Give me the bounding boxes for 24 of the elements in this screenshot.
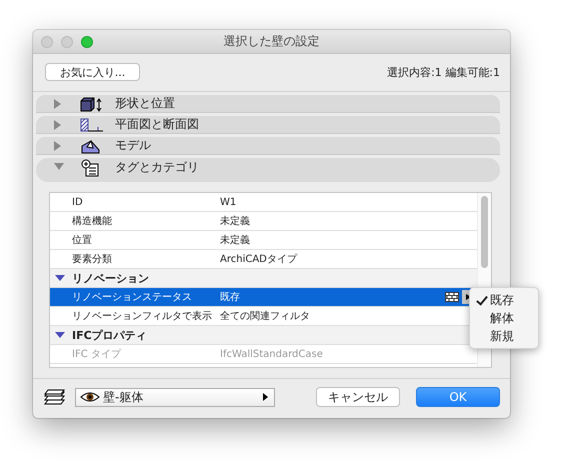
cancel-button[interactable]: キャンセル [316, 387, 400, 407]
brick-icon [445, 292, 459, 302]
minimize-button[interactable] [61, 36, 73, 48]
scrollbar-thumb[interactable] [481, 196, 488, 268]
selection-info: 選択内容:1 編集可能:1 [387, 64, 500, 80]
property-row[interactable]: 位置 未定義 [50, 231, 477, 250]
eye-icon [80, 391, 100, 403]
layer-dropdown[interactable]: 壁-躯体 [75, 388, 275, 406]
group-header[interactable]: リノベーション [50, 269, 477, 288]
section-header[interactable]: モデル [36, 137, 500, 155]
favorites-button[interactable]: お気に入り... [45, 63, 140, 81]
disclosure-triangle-icon[interactable] [55, 332, 65, 338]
window-title: 選択した壁の設定 [224, 33, 320, 50]
caret-icon [263, 393, 268, 401]
disclosure-triangle-icon[interactable] [55, 275, 65, 281]
zoom-button[interactable] [81, 36, 93, 48]
layers-icon [43, 389, 67, 405]
section-header[interactable]: タグとカテゴリ [36, 158, 500, 182]
property-row[interactable]: ID W1 [50, 193, 477, 212]
hatched-plan-icon [79, 116, 105, 132]
section-header[interactable]: 形状と位置 [36, 95, 500, 113]
section-header[interactable]: 平面図と断面図 [36, 116, 500, 134]
property-row[interactable]: 構造機能 未定義 [50, 212, 477, 231]
close-button[interactable] [41, 36, 53, 48]
